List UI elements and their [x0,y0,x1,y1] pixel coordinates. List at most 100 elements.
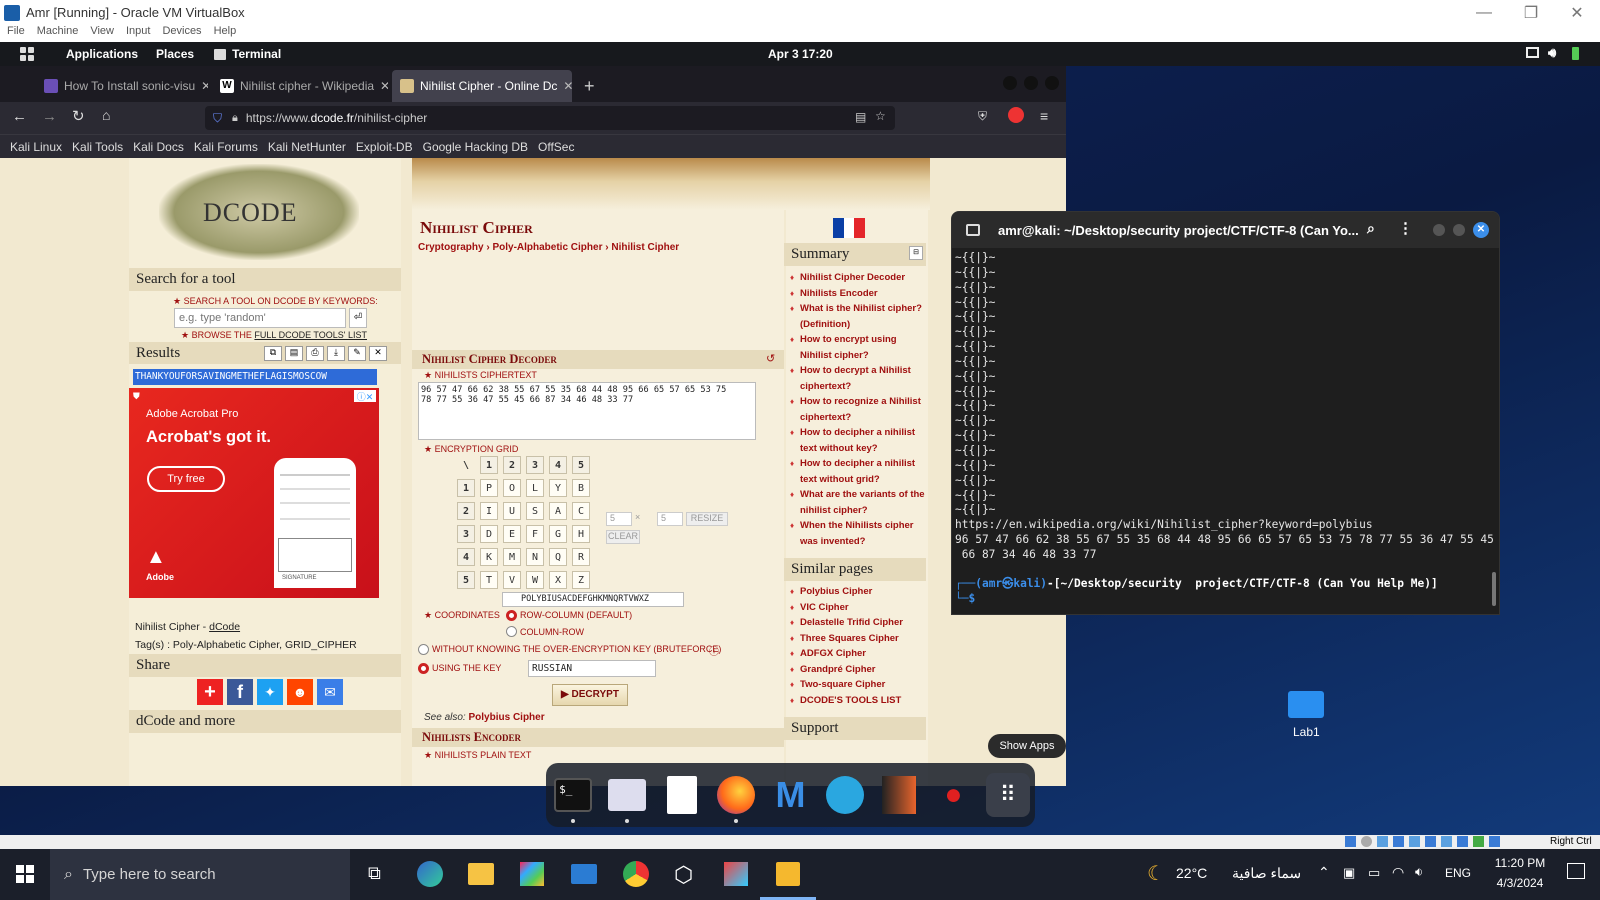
menu-devices[interactable]: Devices [162,25,201,42]
summary-link[interactable]: When the Nihilists cipher was invented? [788,518,926,549]
edge-icon[interactable] [417,861,443,887]
similar-link[interactable]: ADFGX Cipher [788,646,926,662]
reload-icon[interactable]: ↻ [72,107,85,125]
mail-icon[interactable] [571,864,597,884]
grid-cell[interactable]: B [572,479,590,497]
grid-cell[interactable]: Q [549,548,567,566]
similar-link[interactable]: VIC Cipher [788,600,926,616]
result-output[interactable]: THANKYOUFORSAVINGMETHEFLAGISMOSCOW [133,369,377,385]
copy-icon[interactable]: ⧉ [264,346,282,361]
bookmark-google-hacking-db[interactable]: Google Hacking DB [423,140,528,154]
grid-cell[interactable]: P [480,479,498,497]
bookmark-offsec[interactable]: OffSec [538,140,574,154]
task-view-icon[interactable]: ⧉ [368,863,381,884]
weather-text[interactable]: سماء صافية [1232,865,1301,882]
meet-icon[interactable]: ▣ [1343,865,1355,881]
grid-cell[interactable]: L [526,479,544,497]
pocket-icon[interactable]: ⛨ [978,109,987,124]
hdd-icon[interactable] [1345,836,1356,847]
extension-icon[interactable] [1008,107,1024,123]
back-icon[interactable]: ← [12,108,27,125]
optical-icon[interactable] [1361,836,1372,847]
french-flag-icon[interactable] [833,218,866,238]
cpu-icon[interactable] [1473,836,1484,847]
grid-cell[interactable]: M [503,548,521,566]
tab-close-icon[interactable]: ✕ [201,79,208,93]
menu-file[interactable]: File [7,25,25,42]
desktop-folder[interactable]: Lab1 [1282,687,1332,757]
clear-button[interactable]: CLEAR [606,530,640,544]
menu-help[interactable]: Help [214,25,237,42]
grid-cell[interactable]: D [480,525,498,543]
terminal-maximize-icon[interactable] [1453,224,1465,236]
grid-cell[interactable]: V [503,571,521,589]
shield-icon[interactable]: ⛉ [213,111,222,126]
full-tools-list-link[interactable]: full dCode tools' list [254,330,367,340]
terminal-search-icon[interactable]: ⌕ [1367,220,1375,237]
weather-temp[interactable]: 22°C [1176,865,1207,881]
reddit-icon[interactable]: ☻ [287,679,313,705]
grid-cell[interactable]: R [572,548,590,566]
photos-icon[interactable] [724,862,748,886]
url-bar[interactable]: ⛉ 🔒︎ https://www.dcode.fr/nihilist-ciphe… [205,106,895,130]
dock-terminal[interactable]: $_ [551,773,595,823]
twitter-icon[interactable]: ✦ [257,679,283,705]
summary-link[interactable]: How to decipher a nihilist text without … [788,456,926,487]
tab-close-icon[interactable]: ✕ [563,79,572,93]
polybius-link[interactable]: Polybius Cipher [468,712,544,723]
display-icon[interactable] [1526,47,1539,58]
bookmark-exploit-db[interactable]: Exploit-DB [356,140,413,154]
terminal-scrollbar[interactable] [1492,572,1496,606]
grid-rows-spinner[interactable]: 5 [606,512,632,526]
display-status-icon[interactable] [1441,836,1452,847]
terminal-tab-icon[interactable] [966,224,980,236]
crumb-poly-alphabetic[interactable]: Poly-Alphabetic Cipher [492,242,602,253]
window-min-icon[interactable] [1003,76,1017,90]
tab-wikipedia[interactable]: W Nihilist cipher - Wikipedia ✕ [212,70,388,102]
show-hidden-icons[interactable]: ⌃ [1318,864,1330,881]
menu-input[interactable]: Input [126,25,150,42]
decrypt-button[interactable]: ▶ DECRYPT [552,684,628,706]
summary-link[interactable]: How to recognize a Nihilist ciphertext? [788,394,926,425]
dock-cherrytree[interactable]: ● [931,773,975,817]
crumb-nihilist[interactable]: Nihilist Cipher [611,242,679,253]
window-close-icon[interactable] [1045,76,1059,90]
bookmark-kali-linux[interactable]: Kali Linux [10,140,62,154]
dock-metasploit[interactable]: M [768,773,812,817]
taskbar-time[interactable]: 11:20 PM [1485,856,1555,870]
similar-link[interactable]: Polybius Cipher [788,584,926,600]
grid-cell[interactable]: W [526,571,544,589]
crumb-cryptography[interactable]: Cryptography [418,242,484,253]
speaker-icon[interactable]: 🔉︎ [1415,864,1423,880]
tool-search-input[interactable] [174,308,346,328]
grid-cell[interactable]: X [549,571,567,589]
vbox-running-icon[interactable] [776,862,800,886]
panel-clock[interactable]: Apr 3 17:20 [768,47,833,61]
similar-link[interactable]: DCODE'S TOOLS LIST [788,693,926,709]
using-key-radio[interactable] [418,663,429,674]
dock-text-editor[interactable] [660,773,704,817]
ad-choices-icon[interactable]: ⛊ [133,391,140,402]
ad-close-icon[interactable]: ⓘ✕ [354,390,376,402]
reader-view-icon[interactable]: ▤ [855,110,866,124]
grid-cell[interactable]: Z [572,571,590,589]
bookmark-kali-forums[interactable]: Kali Forums [194,140,258,154]
grid-cell[interactable]: K [480,548,498,566]
terminal-minimize-icon[interactable] [1433,224,1445,236]
terminal-window[interactable]: amr@kali: ~/Desktop/security project/CTF… [951,211,1500,615]
terminal-output[interactable]: ~{{|}~ ~{{|}~ ~{{|}~ ~{{|}~ ~{{|}~ ~{{|}~ ~{{|… [952,248,1499,609]
audio-icon[interactable] [1377,836,1388,847]
dcode-link[interactable]: dCode [209,621,240,633]
close-results-icon[interactable]: ✕ [369,346,387,361]
bookmark-kali-nethunter[interactable]: Kali NetHunter [268,140,346,154]
dcode-logo[interactable]: DCODE [159,164,359,260]
ad-try-free-button[interactable]: Try free [147,466,225,492]
summary-link[interactable]: Nihilists Encoder [788,286,926,302]
taskbar-search[interactable]: ⌕ Type here to search [50,849,350,900]
alphabet-input[interactable]: POLYBIUSACDEFGHKMNQRTVWXZ [502,592,684,607]
facebook-icon[interactable]: f [227,679,253,705]
grid-cell[interactable]: S [526,502,544,520]
menu-machine[interactable]: Machine [37,25,79,42]
addthis-icon[interactable]: + [197,679,223,705]
similar-link[interactable]: Two-square Cipher [788,677,926,693]
